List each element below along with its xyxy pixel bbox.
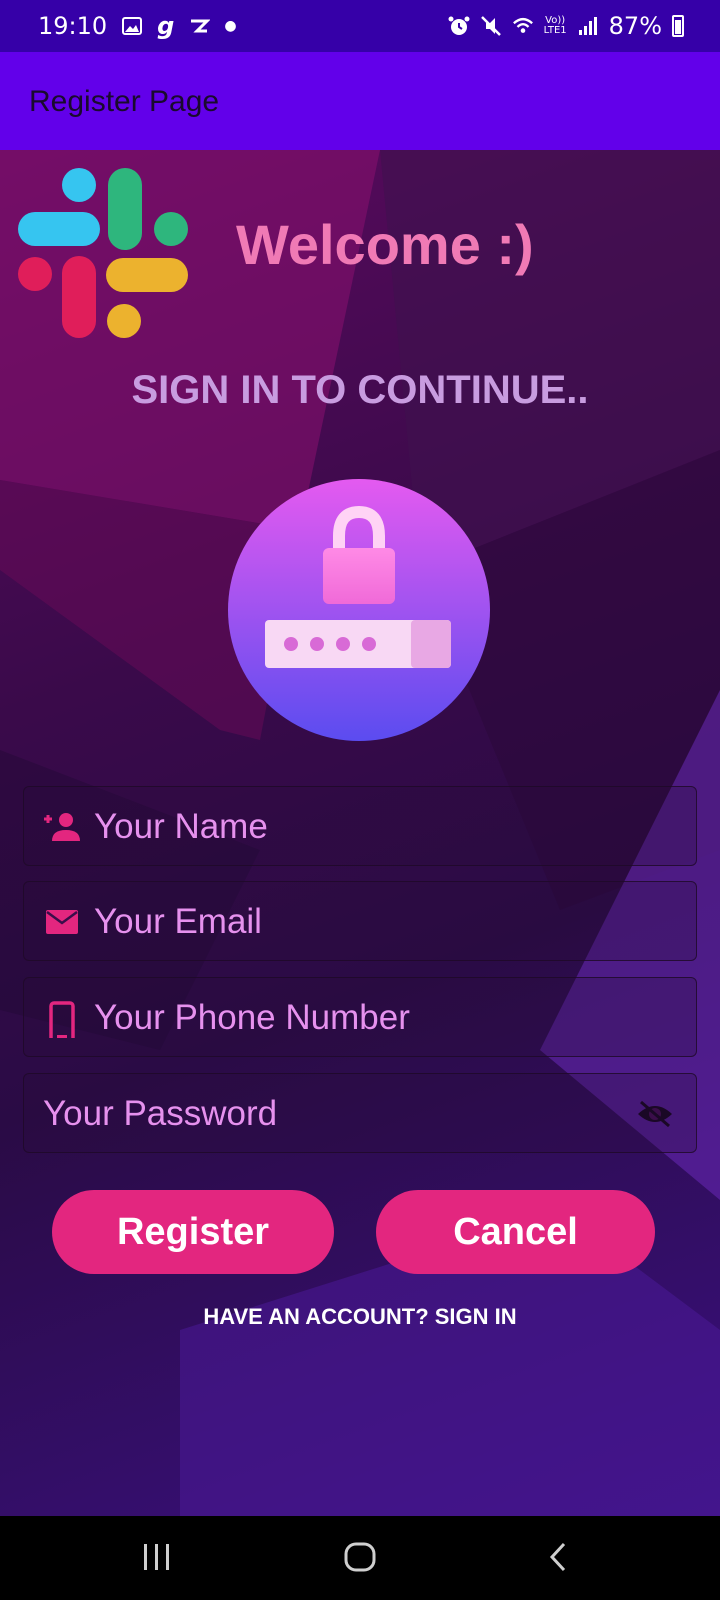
status-time: 19:10 [38,12,108,40]
email-field[interactable]: Your Email [23,881,697,961]
status-bar: 19:10 g ● Vo)) LTE1 87% [0,0,720,52]
visibility-off-icon[interactable] [636,1100,674,1128]
sign-in-link[interactable]: HAVE AN ACCOUNT? SIGN IN [0,1304,720,1330]
app-logo [18,168,188,338]
recent-apps-icon[interactable] [142,1540,172,1574]
status-right: Vo)) LTE1 87% [448,12,684,40]
gallery-icon [122,17,143,35]
name-input[interactable]: Your Name [94,807,268,847]
welcome-heading: Welcome :) [236,213,534,276]
g-icon: g [157,12,175,40]
password-field[interactable]: Your Password [23,1073,697,1153]
wifi-icon [512,17,533,33]
battery-percent: 87% [608,12,662,40]
back-icon[interactable] [546,1540,570,1574]
add-person-icon [44,813,80,841]
sign-in-subtitle: SIGN IN TO CONTINUE.. [131,368,589,412]
alarm-icon [448,16,470,35]
mute-icon [480,16,501,36]
notification-dot-icon: ● [224,18,237,34]
cancel-button[interactable]: Cancel [376,1190,655,1274]
battery-icon [672,15,684,37]
page-title: Register Page [29,85,220,118]
phone-field[interactable]: Your Phone Number [23,977,697,1057]
register-button[interactable]: Register [52,1190,334,1274]
link-icon [191,19,211,33]
phone-icon [49,1001,75,1038]
name-field[interactable]: Your Name [23,786,697,866]
mail-icon [46,910,78,934]
email-input[interactable]: Your Email [94,902,262,942]
phone-input[interactable]: Your Phone Number [94,998,410,1038]
navigation-bar [0,1516,720,1600]
status-left: 19:10 g ● [38,12,237,40]
lock-password-icon [228,479,490,741]
signal-icon [578,17,597,35]
password-input[interactable]: Your Password [43,1094,277,1134]
lte-indicator: Vo)) LTE1 [543,15,567,36]
register-content: Welcome :) SIGN IN TO CONTINUE.. Your Na… [0,150,720,1516]
home-icon[interactable] [343,1540,377,1574]
app-bar: Register Page [0,52,720,150]
